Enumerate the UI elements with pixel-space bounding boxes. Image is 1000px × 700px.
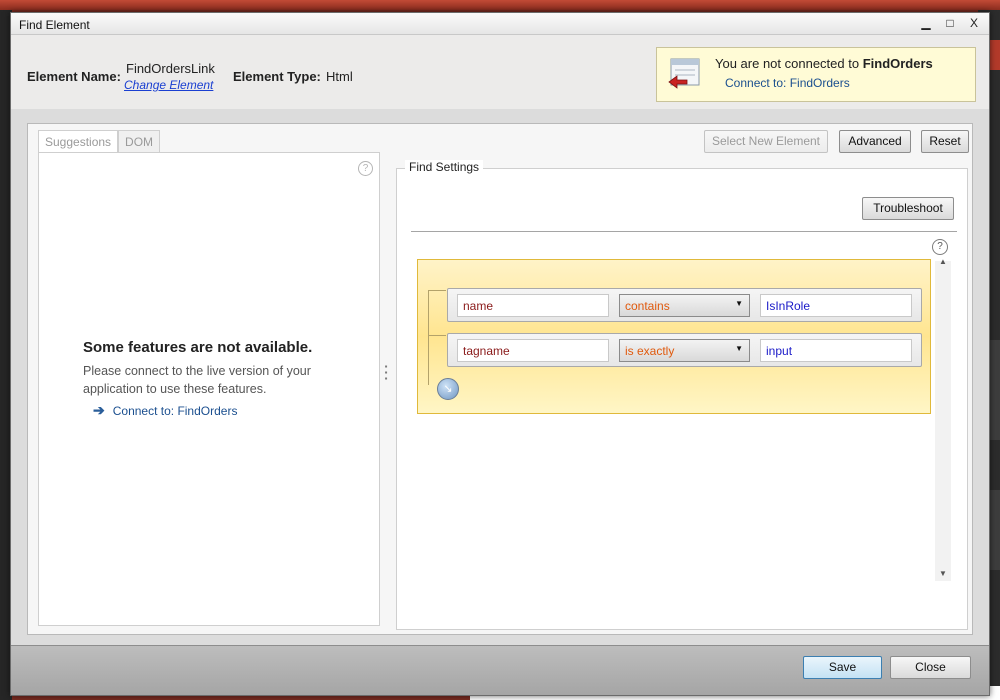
scroll-up-icon[interactable]: ▲ (939, 257, 947, 266)
change-element-link[interactable]: Change Element (124, 78, 213, 92)
filter-row: name contains ▼ IsInRole (447, 288, 922, 322)
dialog-footer: Save Close (11, 645, 989, 695)
value-field[interactable]: input (760, 339, 912, 362)
element-type-label: Element Type: (233, 69, 321, 84)
title-bar: Find Element ▁ □ X (11, 13, 989, 35)
element-name-value: FindOrdersLink (126, 61, 215, 76)
not-available-text: Please connect to the live version of yo… (83, 364, 311, 396)
reset-button[interactable]: Reset (921, 130, 969, 153)
tree-connector (428, 335, 446, 336)
divider (411, 231, 957, 232)
save-button[interactable]: Save (803, 656, 882, 679)
connection-status-box: You are not connected to FindOrders Conn… (656, 47, 976, 102)
operator-dropdown[interactable]: is exactly ▼ (619, 339, 750, 362)
value-field[interactable]: IsInRole (760, 294, 912, 317)
application-window-icon (668, 58, 700, 89)
operator-value: contains (625, 299, 670, 313)
connect-to-link[interactable]: Connect to: FindOrders (725, 76, 850, 90)
filter-group: name contains ▼ IsInRole tagname is exac… (417, 259, 931, 414)
window-title: Find Element (19, 18, 90, 32)
attribute-field[interactable]: tagname (457, 339, 609, 362)
chevron-down-icon: ▼ (735, 299, 743, 308)
tab-dom[interactable]: DOM (118, 130, 161, 152)
tab-suggestions[interactable]: Suggestions (38, 130, 119, 152)
advanced-button[interactable]: Advanced (839, 130, 911, 153)
troubleshoot-button[interactable]: Troubleshoot (862, 197, 954, 220)
help-icon[interactable]: ? (358, 161, 373, 176)
arrow-right-icon: ➔ (93, 402, 105, 418)
close-window-button[interactable]: X (967, 16, 981, 30)
find-settings-legend: Find Settings (405, 160, 484, 174)
element-type-value: Html (326, 69, 353, 84)
suggestions-panel: ? Some features are not available. Pleas… (38, 152, 380, 626)
left-tabs: Suggestions DOM (38, 130, 161, 152)
attribute-field[interactable]: name (457, 294, 609, 317)
suggestions-pane: Suggestions DOM ? Some features are not … (38, 130, 380, 626)
main-content: Suggestions DOM ? Some features are not … (27, 123, 973, 635)
operator-dropdown[interactable]: contains ▼ (619, 294, 750, 317)
element-name-label: Element Name: (27, 69, 121, 84)
tree-connector (428, 290, 446, 291)
find-settings-group: Find Settings Troubleshoot ? ▲ ▼ name co… (396, 160, 968, 630)
select-new-element-button[interactable]: Select New Element (704, 130, 828, 153)
connection-status-text: You are not connected to FindOrders (715, 56, 933, 71)
window-controls: ▁ □ X (919, 16, 981, 30)
tree-connector (428, 290, 429, 385)
not-available-title: Some features are not available. (83, 339, 313, 356)
help-icon[interactable]: ? (932, 239, 948, 255)
find-settings-pane: Select New Element Advanced Reset Find S… (396, 128, 969, 630)
operator-value: is exactly (625, 344, 675, 358)
find-element-dialog: Find Element ▁ □ X Element Name: FindOrd… (10, 12, 990, 696)
element-header: Element Name: FindOrdersLink Change Elem… (11, 35, 989, 109)
add-filter-icon[interactable]: ↘ (437, 378, 459, 400)
background-app-top (0, 0, 1000, 10)
filter-row: tagname is exactly ▼ input (447, 333, 922, 367)
close-button[interactable]: Close (890, 656, 971, 679)
chevron-down-icon: ▼ (735, 344, 743, 353)
connect-link-left[interactable]: ➔ Connect to: FindOrders (93, 402, 237, 419)
connection-target: FindOrders (862, 56, 933, 71)
scroll-down-icon[interactable]: ▼ (939, 569, 947, 578)
maximize-button[interactable]: □ (943, 16, 957, 30)
splitter-grip-icon[interactable]: ▪ ▪ ▪ (383, 363, 389, 384)
minimize-button[interactable]: ▁ (919, 16, 933, 30)
vertical-scrollbar[interactable] (935, 261, 951, 581)
connect-link-label: Connect to: FindOrders (112, 403, 238, 418)
